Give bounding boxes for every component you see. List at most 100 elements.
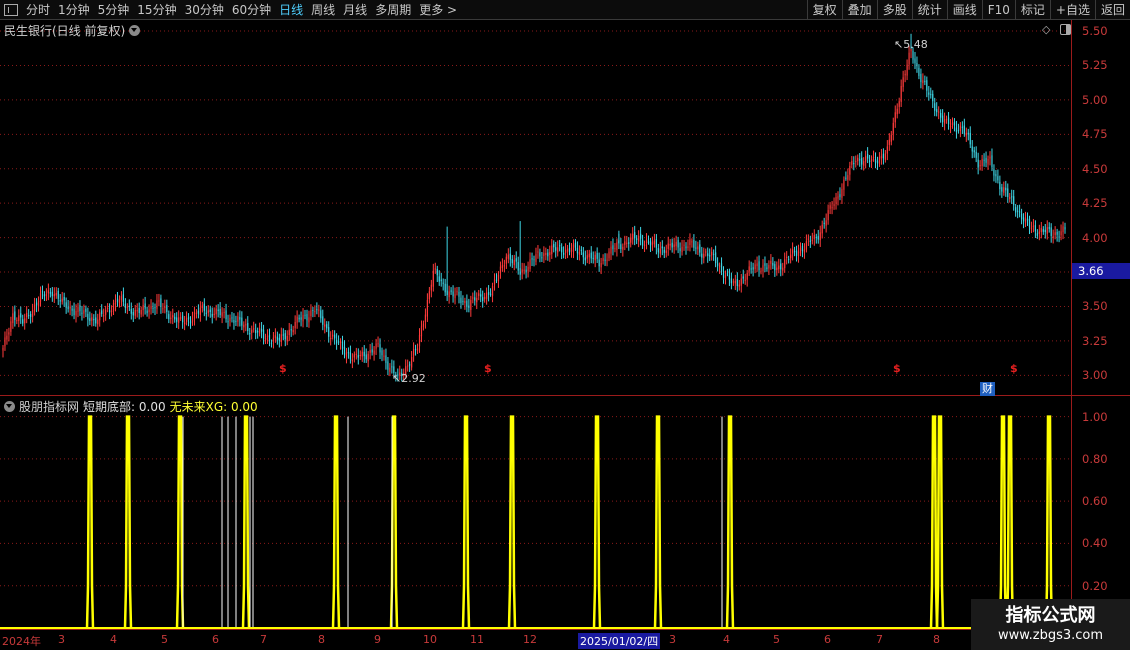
period-tab[interactable]: 1分钟 [54,1,94,18]
candle [825,213,827,233]
candle [71,305,73,317]
candle [851,156,853,169]
candle [24,313,26,330]
candle [205,305,207,321]
event-marker[interactable]: $ [279,362,287,375]
candle [268,328,271,347]
candle [561,243,563,260]
watermark-title: 指标公式网 [1005,605,1096,626]
indicator-tick: 1.00 [1082,409,1108,424]
candle [105,305,107,321]
period-tab[interactable]: 5分钟 [94,1,134,18]
period-tab[interactable]: 周线 [307,1,339,18]
candle [39,286,42,307]
candle [1017,205,1019,219]
title-dropdown-icon[interactable] [129,25,141,36]
candle [255,323,257,340]
candle [418,328,421,353]
price-tick: 3.00 [1082,368,1108,383]
candle [1052,229,1054,244]
period-tab[interactable]: 60分钟 [228,1,275,18]
date-label: 9 [374,633,381,646]
candle [203,298,205,317]
toolbar-button[interactable]: 画线 [946,0,982,20]
candle [156,294,158,314]
candle [466,294,468,313]
candle [509,247,511,267]
period-tab[interactable]: 分时 [22,1,54,18]
candle [874,152,877,169]
date-label: 2024年 [2,635,41,648]
candle [608,248,610,262]
toolbar-button[interactable]: 多股 [876,0,912,20]
candle [993,164,995,182]
candle [1042,226,1044,235]
candle [474,290,476,306]
candle [185,311,188,326]
candle [345,347,348,364]
candle [379,338,381,360]
candle [920,68,922,89]
candle [130,302,132,320]
event-marker[interactable]: $ [893,362,901,375]
toolbar-button[interactable]: 统计 [911,0,947,20]
high-price-label: ↖5.48 [894,38,928,51]
candle [47,283,49,301]
candle [128,299,130,312]
toolbar-button[interactable]: 返回 [1094,0,1130,20]
candle [170,311,172,324]
candle [772,257,774,270]
candle [641,234,644,249]
candle [375,338,377,355]
candle [197,304,200,319]
period-tab[interactable]: 15分钟 [133,1,180,18]
event-marker[interactable]: $ [1010,362,1018,375]
candle [930,87,932,99]
indicator-chart[interactable] [0,396,1071,630]
candle [2,345,4,358]
candle [776,261,778,276]
signal-bar [725,415,735,629]
candle [183,315,186,331]
candle [780,259,782,277]
period-tab[interactable]: 30分钟 [181,1,228,18]
price-tick: 3.25 [1082,333,1108,348]
candle [482,290,484,308]
candle [835,192,837,210]
indicator-dropdown-icon[interactable] [4,401,15,412]
candle [922,73,924,90]
candle [322,309,324,331]
toolbar-button[interactable]: +自选 [1049,0,1095,20]
candle [813,229,815,246]
candle [276,331,278,345]
candle [991,148,993,172]
toolbar-button[interactable]: 复权 [806,0,842,20]
candle [711,247,713,261]
toolbar-button[interactable]: 叠加 [841,0,877,20]
candle [385,348,387,370]
kline-chart[interactable] [0,20,1071,396]
candle [61,291,63,305]
period-tab[interactable]: 月线 [339,1,371,18]
window-menu-icon[interactable] [4,3,18,16]
candle [239,310,241,327]
finance-badge[interactable]: 财 [980,382,995,396]
toolbar-button[interactable]: F10 [981,0,1015,20]
diamond-icon[interactable]: ◇ [1042,23,1050,36]
candle [191,311,194,326]
period-tab[interactable]: 更多 > [415,1,461,18]
candle [598,252,600,272]
period-tab[interactable]: 多周期 [371,1,415,18]
panel-toggle-icon[interactable] [1060,24,1071,35]
candle [324,318,326,334]
candle [377,336,379,348]
event-marker[interactable]: $ [484,362,492,375]
candle [732,278,734,286]
price-axis: 5.505.255.004.754.504.254.003.753.503.25… [1071,20,1130,396]
candle [855,155,857,168]
candle [793,246,796,257]
candle [643,240,646,252]
period-tab[interactable]: 日线 [275,1,307,18]
toolbar-button[interactable]: 标记 [1014,0,1050,20]
candle [815,233,817,244]
